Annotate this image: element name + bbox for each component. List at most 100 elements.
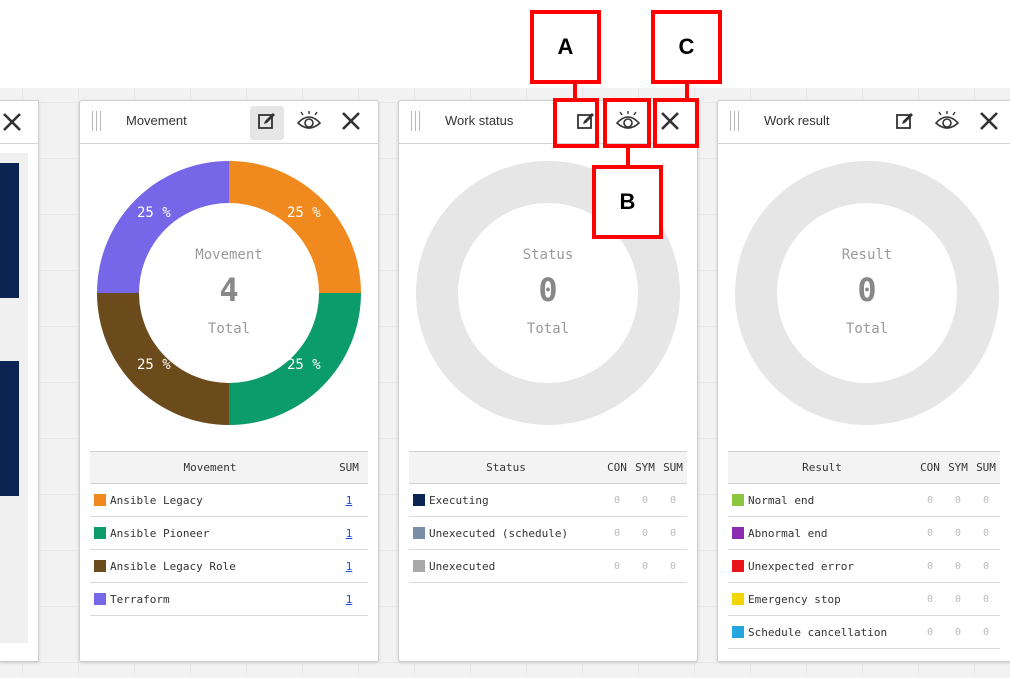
legend-swatch	[732, 493, 744, 506]
view-button[interactable]	[930, 106, 964, 140]
slice-percent-label: 25 %	[287, 357, 321, 373]
legend-label: Schedule cancellation	[748, 625, 888, 639]
legend-swatch	[94, 493, 106, 506]
con-cell: 0	[603, 516, 631, 550]
edit-icon	[257, 111, 277, 135]
callout-c: C	[651, 10, 722, 84]
sum-link[interactable]: 1	[346, 494, 353, 507]
table-row: Schedule cancellation 0 0 0	[728, 615, 1000, 649]
legend-label: Executing	[429, 493, 489, 507]
legend-name-cell: Ansible Legacy Role	[90, 549, 330, 583]
legend-table: Status CON SYM SUM Executing 0 0 0 Unexecute…	[409, 451, 687, 583]
donut-chart: Result 0 Total	[735, 161, 999, 425]
callout-b: B	[592, 165, 663, 239]
center-label: Status	[522, 247, 574, 263]
table-row: Terraform 1	[90, 582, 368, 616]
widget-title: Movement	[126, 113, 187, 128]
center-value: 0	[857, 271, 877, 309]
legend-swatch	[732, 526, 744, 539]
slice-percent-label: 25 %	[287, 205, 321, 221]
sum-cell: 0	[972, 615, 1000, 649]
sum-cell: 1	[330, 483, 368, 517]
edit-icon	[895, 111, 915, 135]
legend-label: Ansible Pioneer	[110, 526, 210, 540]
legend-name-cell: Executing	[409, 483, 603, 517]
drag-handle-icon[interactable]	[411, 111, 423, 131]
highlight-edit-button	[553, 98, 599, 148]
donut-chart: Movement 4 Total 25 % 25 % 25 % 25 %	[97, 161, 361, 425]
partial-chart-area	[0, 153, 28, 643]
widget-header: Work result	[718, 101, 1010, 144]
center-label: Result	[841, 247, 893, 263]
legend-swatch	[732, 592, 744, 605]
legend-label: Terraform	[110, 592, 170, 606]
view-button[interactable]	[292, 106, 326, 140]
drag-handle-icon[interactable]	[730, 111, 742, 131]
legend-label: Unexecuted (schedule)	[429, 526, 569, 540]
edit-button[interactable]	[250, 106, 284, 140]
con-cell: 0	[603, 549, 631, 583]
close-button[interactable]	[334, 106, 368, 140]
highlight-close-button	[653, 98, 699, 148]
table-row: Executing 0 0 0	[409, 483, 687, 517]
column-header: Result	[728, 451, 916, 484]
donut-center: Result 0 Total	[735, 161, 999, 425]
sum-link[interactable]: 1	[346, 593, 353, 606]
close-icon[interactable]	[2, 111, 24, 133]
sym-cell: 0	[631, 549, 659, 583]
sym-cell: 0	[944, 582, 972, 616]
column-header: SUM	[972, 451, 1000, 484]
table-row: Abnormal end 0 0 0	[728, 516, 1000, 550]
table-row: Unexecuted 0 0 0	[409, 549, 687, 583]
close-button[interactable]	[972, 106, 1006, 140]
legend-swatch	[413, 526, 425, 539]
table-row: Ansible Legacy 1	[90, 483, 368, 517]
center-value: 0	[538, 271, 558, 309]
slice-percent-label: 25 %	[137, 357, 171, 373]
column-header: CON	[916, 451, 944, 484]
column-header: SYM	[631, 451, 659, 484]
legend-label: Unexpected error	[748, 559, 854, 573]
legend-label: Ansible Legacy	[110, 493, 203, 507]
legend-swatch	[94, 592, 106, 605]
donut-center: Movement 4 Total	[97, 161, 361, 425]
column-header: SUM	[330, 451, 368, 484]
con-cell: 0	[916, 516, 944, 550]
con-cell: 0	[603, 483, 631, 517]
sum-cell: 0	[972, 483, 1000, 517]
table-header-row: Result CON SYM SUM	[728, 451, 1000, 484]
legend-name-cell: Schedule cancellation	[728, 615, 916, 649]
widget-work-result: Work result Result 0 Total Result CON SY…	[717, 100, 1010, 662]
legend-label: Abnormal end	[748, 526, 828, 540]
drag-handle-icon[interactable]	[92, 111, 104, 131]
legend-name-cell: Emergency stop	[728, 582, 916, 616]
legend-swatch	[413, 493, 425, 506]
sym-cell: 0	[944, 615, 972, 649]
sum-cell: 1	[330, 549, 368, 583]
table-row: Unexecuted (schedule) 0 0 0	[409, 516, 687, 550]
sym-cell: 0	[631, 516, 659, 550]
center-label: Movement	[195, 247, 263, 263]
widget-title: Work status	[445, 113, 514, 128]
sum-cell: 0	[659, 483, 687, 517]
callout-b-label: B	[619, 189, 636, 214]
legend-label: Normal end	[748, 493, 815, 507]
sum-cell: 1	[330, 516, 368, 550]
sum-cell: 0	[659, 549, 687, 583]
edit-button[interactable]	[888, 106, 922, 140]
legend-swatch	[413, 559, 425, 572]
sum-cell: 1	[330, 582, 368, 616]
sum-cell: 0	[659, 516, 687, 550]
column-header: SUM	[659, 451, 687, 484]
legend-name-cell: Unexecuted	[409, 549, 603, 583]
eye-icon	[296, 111, 322, 135]
sum-link[interactable]: 1	[346, 560, 353, 573]
legend-table: Movement SUM Ansible Legacy 1 Ansible Pion…	[90, 451, 368, 616]
sum-link[interactable]: 1	[346, 527, 353, 540]
legend-table: Result CON SYM SUM Normal end 0 0 0 Abnormal…	[728, 451, 1000, 649]
callout-a-label: A	[557, 34, 574, 59]
center-value: 4	[219, 271, 239, 309]
con-cell: 0	[916, 615, 944, 649]
sum-cell: 0	[972, 516, 1000, 550]
slice-percent-label: 25 %	[137, 205, 171, 221]
